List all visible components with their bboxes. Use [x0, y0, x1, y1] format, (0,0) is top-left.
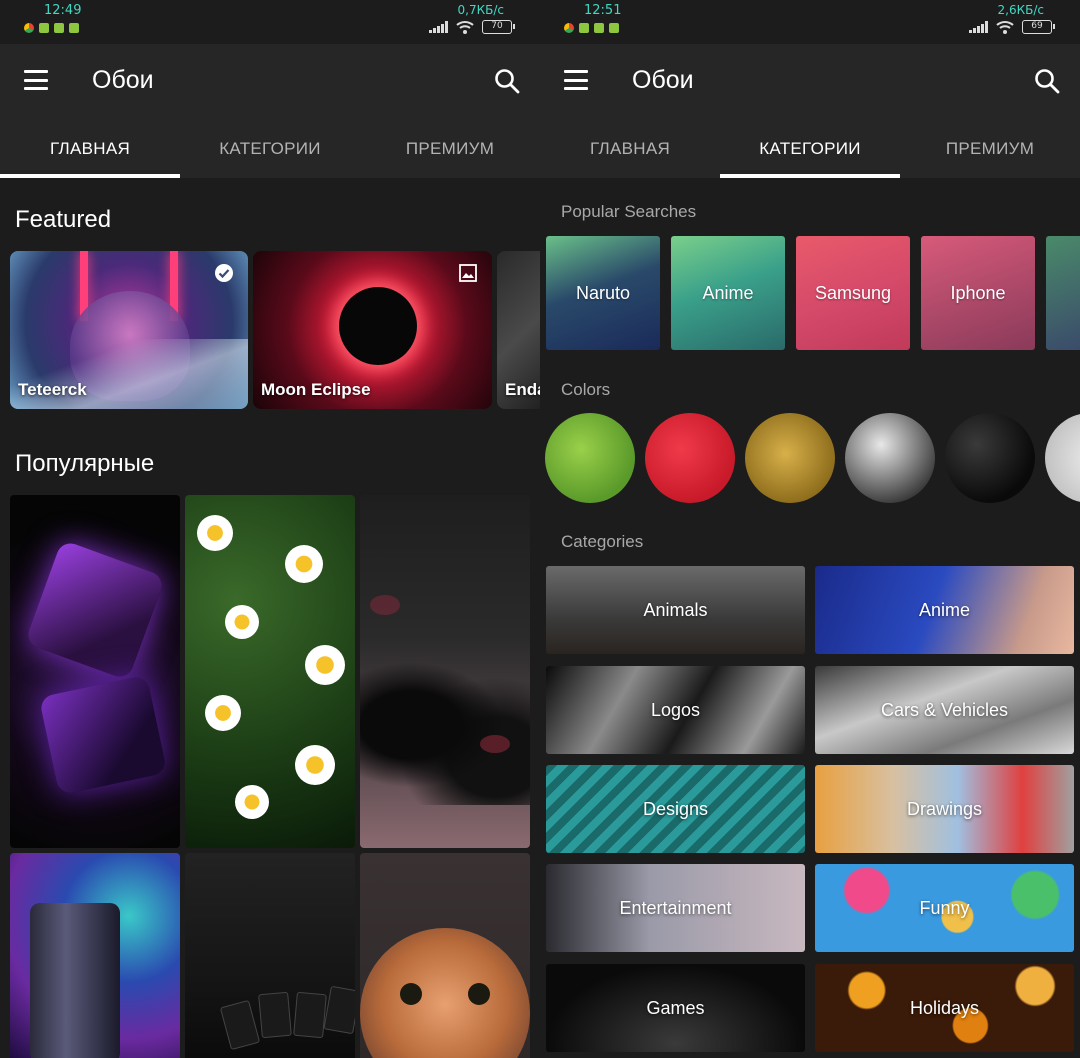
popular-search-label: Iphone — [950, 282, 1006, 303]
color-white[interactable] — [1045, 413, 1080, 503]
notification-icon — [594, 23, 604, 33]
image-icon — [459, 264, 477, 282]
category-label: Designs — [642, 798, 709, 819]
notification-icon — [54, 23, 64, 33]
popular-search-anime[interactable]: Anime — [671, 236, 785, 350]
signal-icon — [429, 21, 448, 33]
wallpaper-daisies[interactable] — [185, 495, 355, 848]
color-black[interactable] — [945, 413, 1035, 503]
verified-icon — [215, 264, 233, 282]
categories-heading: Categories — [561, 532, 644, 551]
wallpaper-dice[interactable] — [10, 495, 180, 848]
category-label: Funny — [919, 897, 970, 918]
featured-card[interactable]: Teteerck — [10, 251, 248, 409]
category-label: Cars & Vehicles — [880, 699, 1009, 720]
category-funny[interactable]: Funny — [815, 864, 1074, 952]
category-entertainment[interactable]: Entertainment — [546, 864, 805, 952]
category-label: Logos — [650, 699, 701, 720]
color-gold[interactable] — [745, 413, 835, 503]
color-silver[interactable] — [845, 413, 935, 503]
featured-heading: Featured — [15, 206, 112, 233]
category-label: Anime — [918, 599, 971, 620]
popular-heading: Популярные — [15, 450, 155, 477]
tab-premium[interactable]: ПРЕМИУМ — [900, 132, 1080, 178]
battery-icon: 69 — [1022, 20, 1055, 34]
popular-search-label: Anime — [702, 282, 754, 303]
chrome-icon — [564, 23, 574, 33]
menu-icon[interactable] — [564, 70, 588, 90]
wallpaper-cat[interactable] — [360, 853, 530, 1058]
popular-searches-heading: Popular Searches — [561, 202, 697, 221]
category-label: Drawings — [906, 798, 983, 819]
status-bar: 12:49 0,7КБ/с 70 — [0, 0, 540, 44]
category-cars-vehicles[interactable]: Cars & Vehicles — [815, 666, 1074, 754]
popular-search-samsung[interactable]: Samsung — [796, 236, 910, 350]
app-title: Обои — [632, 66, 694, 94]
category-games[interactable]: Games — [546, 964, 805, 1052]
notification-icons — [24, 23, 79, 33]
featured-card[interactable]: Moon Eclipse — [253, 251, 492, 409]
wifi-icon — [456, 21, 474, 34]
featured-card[interactable]: Enda — [497, 251, 540, 409]
menu-icon[interactable] — [24, 70, 48, 90]
popular-search-label: Naruto — [575, 282, 631, 303]
wallpaper-aces[interactable] — [185, 853, 355, 1058]
app-title: Обои — [92, 66, 154, 94]
tab-home[interactable]: ГЛАВНАЯ — [540, 132, 720, 178]
color-green[interactable] — [545, 413, 635, 503]
tab-premium[interactable]: ПРЕМИУМ — [360, 132, 540, 178]
notification-icon — [69, 23, 79, 33]
color-red[interactable] — [645, 413, 735, 503]
tab-bar: ГЛАВНАЯ КАТЕГОРИИ ПРЕМИУМ — [540, 132, 1080, 178]
popular-search-tile[interactable] — [1046, 236, 1080, 350]
category-animals[interactable]: Animals — [546, 566, 805, 654]
featured-card-label: Teteerck — [18, 380, 87, 399]
category-label: Animals — [643, 599, 708, 620]
category-holidays[interactable]: Holidays — [815, 964, 1074, 1052]
category-label: Entertainment — [619, 897, 732, 918]
status-time: 12:49 — [44, 3, 82, 18]
featured-card-label: Moon Eclipse — [261, 380, 371, 399]
battery-icon: 70 — [482, 20, 515, 34]
category-label: Holidays — [909, 997, 980, 1018]
categories-screen: 12:51 2,6КБ/с 69 Обои ГЛАВНАЯ КАТЕГОРИИ … — [540, 0, 1080, 1058]
notification-icons — [564, 23, 619, 33]
popular-search-iphone[interactable]: Iphone — [921, 236, 1035, 350]
category-logos[interactable]: Logos — [546, 666, 805, 754]
app-bar: Обои ГЛАВНАЯ КАТЕГОРИИ ПРЕМИУМ — [0, 44, 540, 178]
category-drawings[interactable]: Drawings — [815, 765, 1074, 853]
wallpaper-night-sky[interactable] — [360, 495, 530, 848]
popular-search-naruto[interactable]: Naruto — [546, 236, 660, 350]
wallpaper-monster-can[interactable] — [10, 853, 180, 1058]
home-screen: 12:49 0,7КБ/с 70 Обои ГЛАВНАЯ КАТЕГОРИИ … — [0, 0, 540, 1058]
chrome-icon — [24, 23, 34, 33]
category-label: Games — [646, 997, 705, 1018]
search-icon[interactable] — [1034, 68, 1060, 94]
status-bar: 12:51 2,6КБ/с 69 — [540, 0, 1080, 44]
wifi-icon — [996, 21, 1014, 34]
popular-search-label: Samsung — [814, 282, 892, 303]
colors-heading: Colors — [561, 380, 611, 399]
network-speed: 0,7КБ/с — [457, 3, 504, 17]
status-time: 12:51 — [584, 3, 622, 18]
featured-carousel[interactable]: Teteerck Moon Eclipse Enda — [10, 251, 540, 409]
tab-home[interactable]: ГЛАВНАЯ — [0, 132, 180, 178]
network-speed: 2,6КБ/с — [997, 3, 1044, 17]
tab-bar: ГЛАВНАЯ КАТЕГОРИИ ПРЕМИУМ — [0, 132, 540, 178]
category-designs[interactable]: Designs — [546, 765, 805, 853]
featured-card-label: Enda — [505, 380, 540, 399]
notification-icon — [609, 23, 619, 33]
category-anime[interactable]: Anime — [815, 566, 1074, 654]
app-bar: Обои ГЛАВНАЯ КАТЕГОРИИ ПРЕМИУМ — [540, 44, 1080, 178]
tab-categories[interactable]: КАТЕГОРИИ — [720, 132, 900, 178]
signal-icon — [969, 21, 988, 33]
notification-icon — [39, 23, 49, 33]
tab-categories[interactable]: КАТЕГОРИИ — [180, 132, 360, 178]
search-icon[interactable] — [494, 68, 520, 94]
notification-icon — [579, 23, 589, 33]
